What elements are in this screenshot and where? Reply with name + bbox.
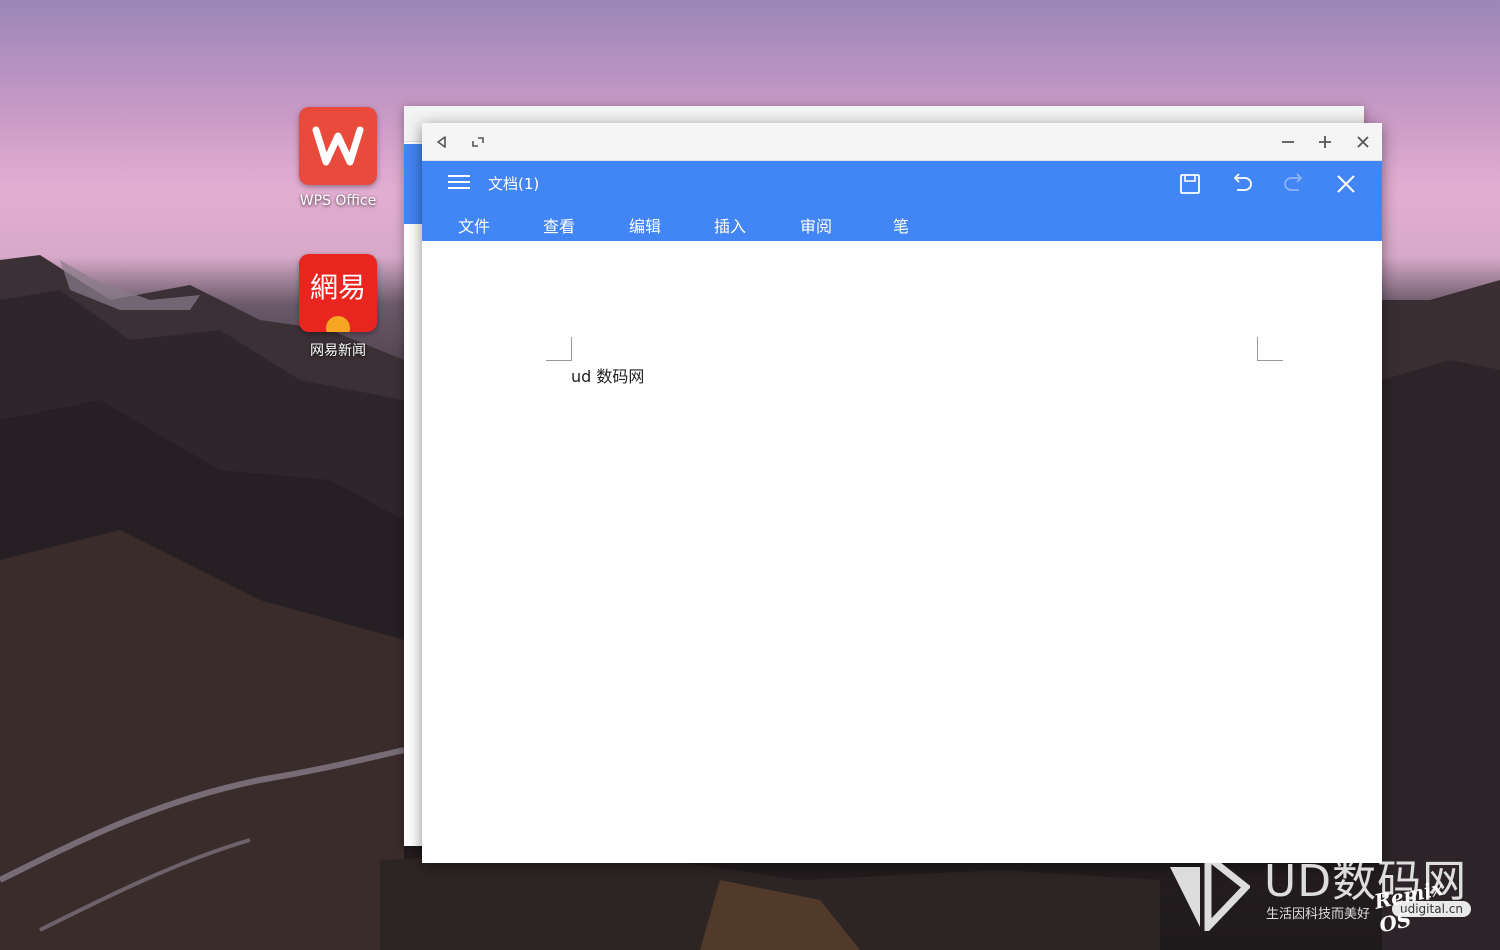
tab-file[interactable]: 文件 bbox=[458, 213, 490, 237]
document-title: 文档(1) bbox=[488, 175, 540, 193]
desktop-icon-label: WPS Office bbox=[299, 193, 377, 209]
tab-review[interactable]: 审阅 bbox=[800, 213, 832, 237]
ribbon-tabs: 文件 查看 编辑 插入 审阅 笔 bbox=[422, 209, 1382, 241]
app-toolbar: 文档(1) 文件 查看 编辑 插入 审阅 笔 bbox=[422, 161, 1382, 241]
close-document-icon[interactable] bbox=[1331, 169, 1361, 199]
watermark-slogan: 生活因科技而美好 bbox=[1266, 907, 1371, 922]
tab-edit[interactable]: 编辑 bbox=[629, 213, 661, 237]
expand-icon[interactable] bbox=[466, 130, 490, 154]
document-canvas[interactable]: ud 数码网 bbox=[422, 241, 1382, 863]
close-icon[interactable] bbox=[1351, 130, 1375, 154]
minimize-icon[interactable] bbox=[1276, 130, 1300, 154]
desktop-icon-wps[interactable]: WPS Office bbox=[278, 107, 398, 209]
watermark: UD数码网 生活因科技而美好 udigital.cn Remix OS bbox=[1160, 845, 1480, 937]
coin-icon bbox=[326, 316, 350, 332]
document-text[interactable]: ud 数码网 bbox=[571, 363, 644, 387]
desktop-icon-netease-news[interactable]: 網易 网易新闻 bbox=[278, 254, 398, 360]
tab-view[interactable]: 查看 bbox=[543, 213, 575, 237]
margin-corner-left bbox=[546, 337, 572, 361]
wps-office-icon bbox=[299, 107, 377, 185]
tab-insert[interactable]: 插入 bbox=[714, 213, 746, 237]
background-window-appbar bbox=[404, 144, 422, 224]
desktop-icon-label: 网易新闻 bbox=[310, 343, 366, 359]
margin-corner-right bbox=[1257, 337, 1283, 361]
window-titlebar[interactable] bbox=[422, 123, 1382, 161]
netease-news-icon: 網易 bbox=[299, 254, 377, 332]
tab-pen[interactable]: 笔 bbox=[893, 213, 909, 237]
plus-icon[interactable] bbox=[1313, 130, 1337, 154]
redo-icon[interactable] bbox=[1279, 169, 1309, 199]
wps-document-window[interactable]: 文档(1) 文件 查看 编辑 插入 审阅 笔 ud 数码网 bbox=[422, 123, 1382, 863]
save-icon[interactable] bbox=[1175, 169, 1205, 199]
netease-logo-glyph: 網易 bbox=[309, 271, 366, 304]
undo-icon[interactable] bbox=[1227, 169, 1257, 199]
hamburger-menu-icon[interactable] bbox=[446, 171, 474, 195]
back-triangle-icon[interactable] bbox=[430, 130, 454, 154]
ud-logo-icon bbox=[1170, 849, 1250, 931]
